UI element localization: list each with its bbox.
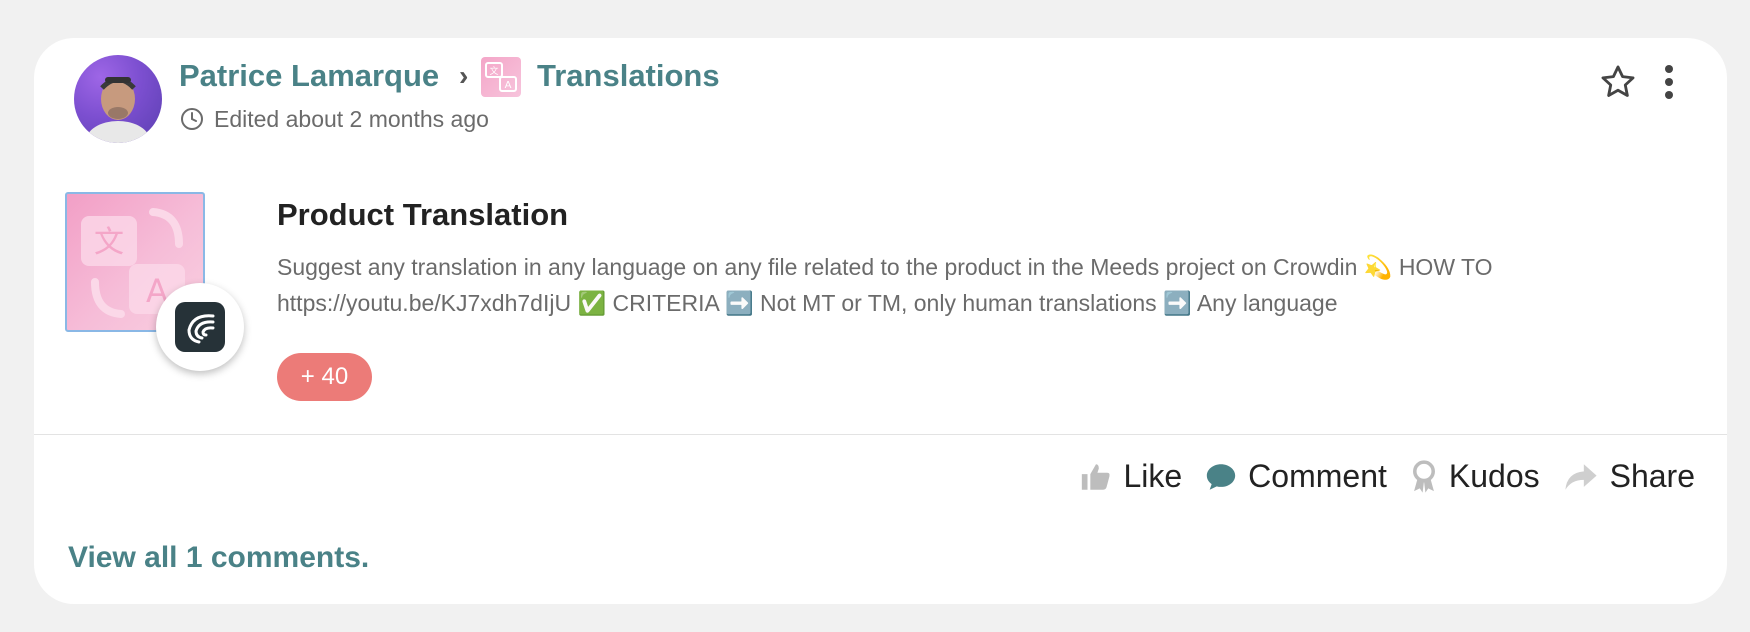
like-icon (1082, 463, 1111, 490)
divider (34, 434, 1727, 435)
action-bar: Like Comment Kudos Share (1057, 458, 1695, 495)
share-label: Share (1609, 458, 1695, 494)
svg-text:A: A (505, 80, 512, 91)
crowdin-connector-badge (156, 283, 244, 371)
kudos-button[interactable]: Kudos (1409, 458, 1540, 495)
kudos-icon (1412, 459, 1435, 493)
view-all-comments-link[interactable]: View all 1 comments. (68, 541, 369, 575)
edited-time[interactable]: Edited about 2 months ago (214, 106, 489, 133)
clock-icon (181, 108, 203, 130)
comment-button[interactable]: Comment (1204, 458, 1387, 495)
crowdin-icon (175, 302, 225, 352)
like-button[interactable]: Like (1079, 458, 1182, 495)
share-button[interactable]: Share (1562, 458, 1695, 495)
avatar[interactable] (74, 55, 162, 143)
like-label: Like (1123, 458, 1183, 494)
svg-text:文: 文 (94, 225, 124, 260)
more-vertical-icon[interactable] (1659, 64, 1679, 100)
comment-icon (1207, 463, 1236, 490)
share-icon (1565, 463, 1597, 490)
program-title[interactable]: Product Translation (277, 197, 568, 233)
space-link[interactable]: Translations (537, 58, 720, 94)
kudos-label: Kudos (1448, 458, 1540, 494)
activity-card: Patrice Lamarque › 文 A Translations Edit… (34, 38, 1727, 604)
breadcrumb-separator: › (459, 60, 469, 91)
points-badge: + 40 (277, 353, 372, 401)
program-description: Suggest any translation in any language … (277, 254, 1493, 316)
star-icon[interactable] (1599, 63, 1637, 101)
svg-text:文: 文 (489, 65, 498, 77)
comment-label: Comment (1248, 458, 1387, 494)
translate-icon: 文 A (481, 57, 521, 97)
author-name[interactable]: Patrice Lamarque (179, 58, 439, 94)
